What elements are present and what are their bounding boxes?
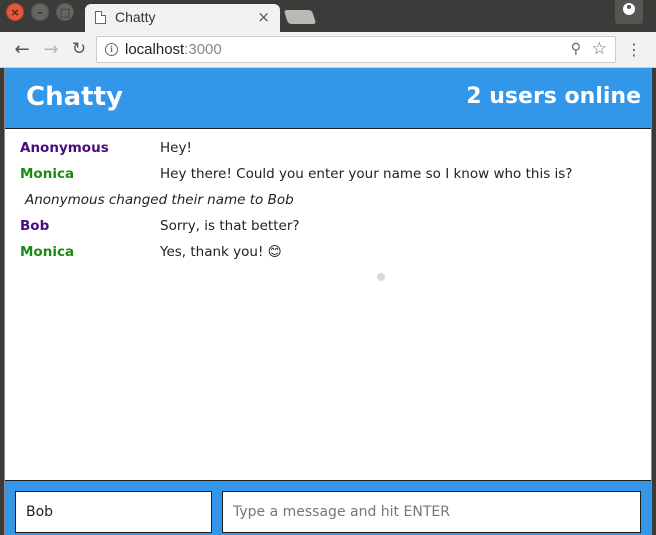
url-port: :3000 [184, 41, 222, 58]
star-icon[interactable]: ☆ [592, 39, 607, 59]
reload-icon[interactable]: ↻ [68, 38, 90, 60]
tab-title: Chatty [115, 9, 156, 25]
message-item: Monica Hey there! Could you enter your n… [5, 166, 651, 186]
app-navbar: Chatty 2 users online [5, 68, 651, 129]
info-icon[interactable]: i [105, 43, 118, 56]
message-item: Anonymous Hey! [5, 140, 651, 160]
browser-toolbar: ← → ↻ i localhost:3000 ⚲ ☆ ⋮ [0, 32, 656, 68]
browser-tab[interactable]: Chatty × [85, 4, 280, 32]
notification-content: Anonymous changed their name to Bob [25, 192, 294, 208]
message-item: Bob Sorry, is that better? [5, 218, 651, 238]
zoom-icon[interactable]: ⚲ [571, 41, 581, 57]
profile-avatar [623, 3, 635, 15]
username-input[interactable]: Bob [15, 491, 212, 533]
document-icon [95, 11, 106, 24]
maximize-window-icon[interactable]: □ [56, 3, 74, 21]
chat-page: Chatty 2 users online Anonymous Hey! Mon… [4, 68, 652, 535]
profile-icon[interactable] [615, 0, 643, 24]
chat-bar: Bob Type a message and hit ENTER [5, 480, 651, 535]
url-text[interactable]: localhost:3000 [125, 41, 222, 58]
address-bar[interactable]: i localhost:3000 ⚲ ☆ [96, 36, 616, 63]
back-icon[interactable]: ← [11, 38, 33, 60]
message-username: Bob [20, 218, 50, 234]
url-host: localhost [125, 41, 185, 58]
browser-window: × – □ Chatty × ← → ↻ i localhost:3000 ⚲ … [0, 0, 656, 535]
users-online-counter: 2 users online [466, 84, 641, 109]
close-window-icon[interactable]: × [6, 3, 24, 21]
tab-strip: × – □ Chatty × [0, 0, 656, 32]
message-content: Yes, thank you! 😊 [160, 244, 282, 260]
message-username: Anonymous [20, 140, 109, 156]
cursor-dot [377, 273, 385, 281]
system-notification: Anonymous changed their name to Bob [5, 192, 651, 212]
tab-close-icon[interactable]: × [257, 8, 270, 26]
message-username: Monica [20, 166, 75, 182]
menu-icon[interactable]: ⋮ [626, 40, 642, 60]
message-input[interactable]: Type a message and hit ENTER [222, 491, 641, 533]
app-brand[interactable]: Chatty [26, 82, 123, 112]
message-content: Hey! [160, 140, 192, 156]
minimize-window-icon[interactable]: – [31, 3, 49, 21]
message-content: Hey there! Could you enter your name so … [160, 166, 573, 182]
message-item: Monica Yes, thank you! 😊 [5, 244, 651, 264]
new-tab-icon[interactable] [283, 10, 317, 24]
message-content: Sorry, is that better? [160, 218, 300, 234]
message-username: Monica [20, 244, 75, 260]
forward-icon[interactable]: → [40, 38, 62, 60]
